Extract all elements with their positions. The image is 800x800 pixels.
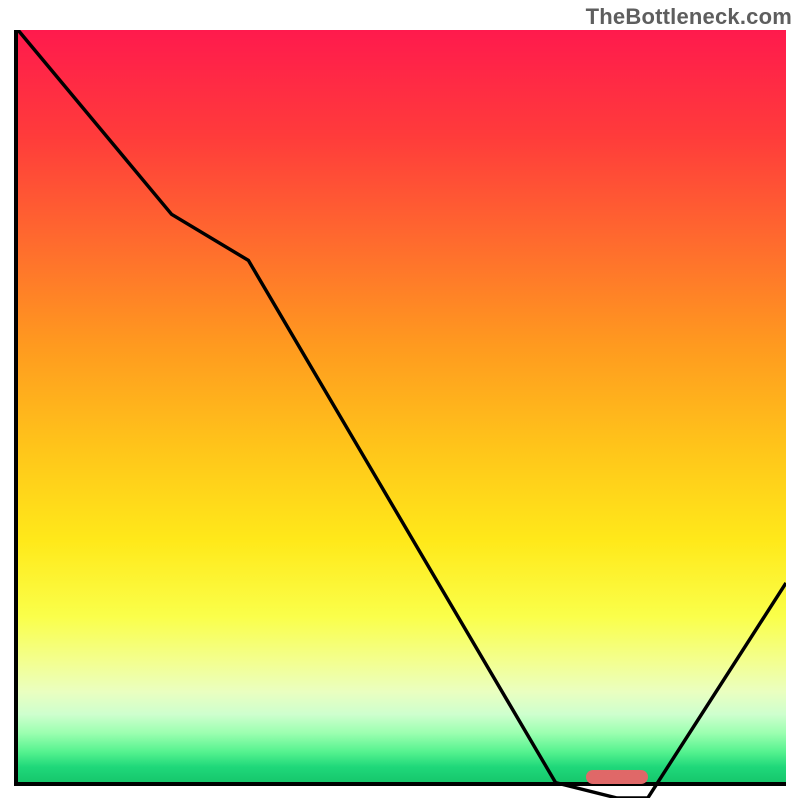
- chart-frame: TheBottleneck.com: [0, 0, 800, 800]
- optimal-range-marker: [586, 770, 647, 784]
- bottleneck-curve: [18, 30, 786, 798]
- watermark-text: TheBottleneck.com: [586, 4, 792, 30]
- curve-svg: [18, 30, 786, 798]
- plot-area: [14, 30, 786, 786]
